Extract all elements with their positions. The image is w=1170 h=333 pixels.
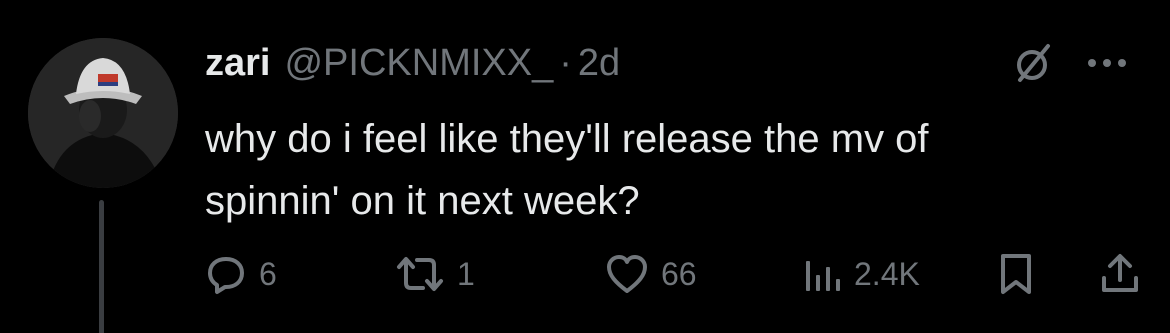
like-count: 66: [661, 255, 697, 292]
like-icon: [605, 253, 649, 295]
grok-icon[interactable]: [1010, 40, 1056, 86]
reply-icon: [205, 253, 247, 295]
tweet[interactable]: zari @PICKNMIXX_ · 2d why do i feel like…: [0, 0, 1170, 333]
bookmark-button[interactable]: [997, 246, 1035, 302]
reply-button[interactable]: 6: [205, 246, 277, 302]
like-button[interactable]: 66: [605, 246, 697, 302]
timestamp[interactable]: 2d: [578, 42, 620, 85]
tweet-text-line-2: spinnin' on it next week?: [205, 179, 640, 223]
share-icon: [1100, 252, 1140, 296]
more-icon[interactable]: [1086, 57, 1128, 69]
views-button[interactable]: 2.4K: [802, 246, 920, 302]
avatar[interactable]: [28, 38, 178, 188]
retweet-count: 1: [457, 255, 475, 292]
action-bar: 6 1 66 2.4K: [205, 246, 1140, 302]
retweet-button[interactable]: 1: [395, 246, 475, 302]
thread-line: [99, 200, 104, 333]
bookmark-icon: [997, 252, 1035, 296]
share-button[interactable]: [1100, 246, 1140, 302]
tweet-header-actions: [1010, 40, 1128, 86]
reply-count: 6: [259, 255, 277, 292]
tweet-text-line-1: why do i feel like they'll release the m…: [205, 117, 929, 161]
views-icon: [802, 253, 842, 295]
views-count: 2.4K: [854, 255, 920, 292]
user-handle[interactable]: @PICKNMIXX_: [284, 42, 553, 85]
display-name[interactable]: zari: [205, 42, 270, 85]
tweet-text: why do i feel like they'll release the m…: [205, 108, 1145, 232]
retweet-icon: [395, 253, 445, 295]
tweet-header: zari @PICKNMIXX_ · 2d: [205, 38, 620, 88]
separator-dot: ·: [559, 41, 572, 84]
